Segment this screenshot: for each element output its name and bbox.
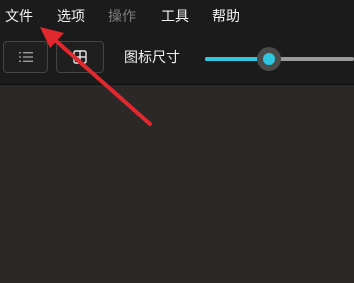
- content-area: [0, 85, 354, 283]
- list-view-button[interactable]: [3, 41, 48, 73]
- list-icon: [18, 52, 33, 62]
- menu-bar: 文件 选项 操作 工具 帮助: [0, 0, 354, 34]
- icon-size-slider[interactable]: [205, 45, 354, 73]
- menu-options[interactable]: 选项: [57, 8, 85, 26]
- slider-thumb[interactable]: [257, 47, 282, 71]
- app-window: 文件 选项 操作 工具 帮助 图标尺寸: [0, 0, 354, 283]
- icon-size-label: 图标尺寸: [124, 50, 180, 66]
- toolbar: 图标尺寸: [0, 34, 354, 85]
- menu-help[interactable]: 帮助: [212, 8, 240, 26]
- grid-icon: [73, 50, 87, 64]
- menu-file[interactable]: 文件: [5, 8, 33, 26]
- menu-actions: 操作: [108, 9, 136, 25]
- grid-view-button[interactable]: [56, 41, 104, 73]
- menu-tools[interactable]: 工具: [161, 8, 189, 26]
